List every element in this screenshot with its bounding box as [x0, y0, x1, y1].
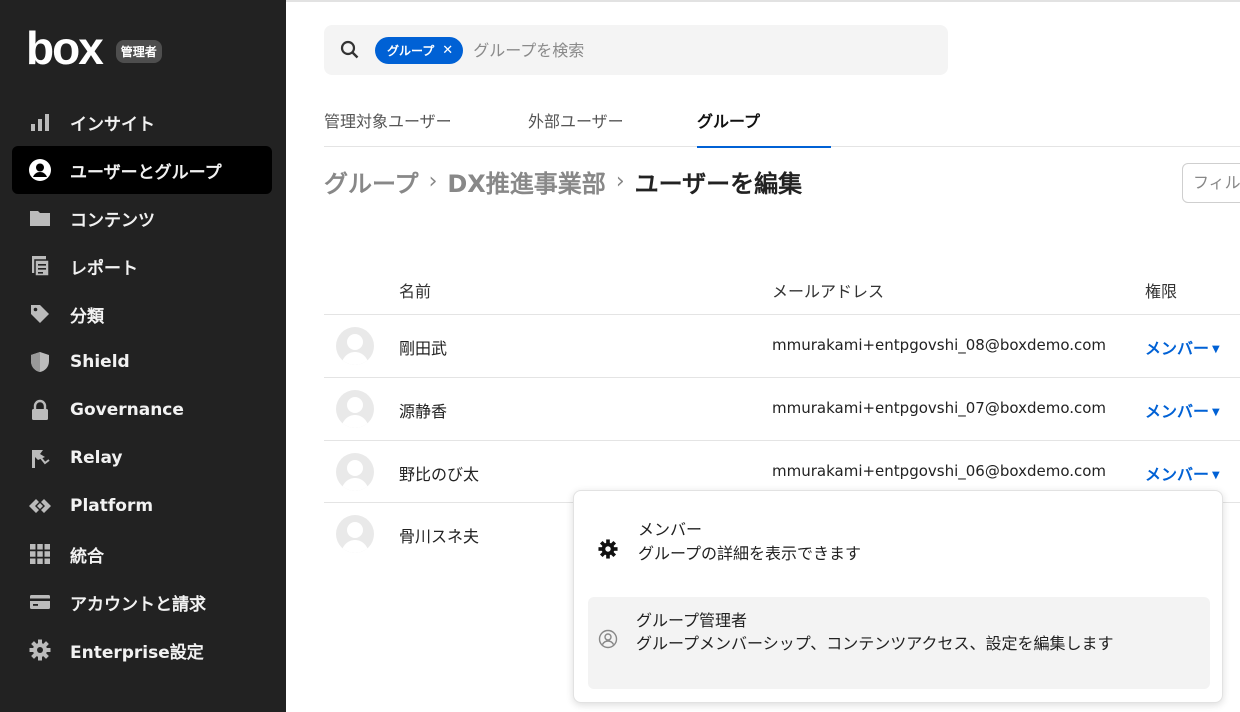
page-title: ユーザーを編集 — [634, 170, 803, 198]
table-row: 剛田武 mmurakami+entpgovshi_08@boxdemo.com … — [324, 314, 1240, 377]
sidebar-item-relay[interactable]: Relay — [12, 434, 272, 482]
sidebar-nav: インサイト ユーザーとグループ コンテンツ レポート 分類 Shield Gov… — [12, 98, 272, 674]
box-logo[interactable]: box 管理者 — [26, 22, 162, 74]
gear-icon — [28, 638, 52, 662]
sidebar-item-governance[interactable]: Governance — [12, 386, 272, 434]
menu-item-member[interactable]: メンバー グループの詳細を表示できます — [588, 505, 1210, 597]
avatar — [336, 327, 374, 365]
sidebar-item-label: Governance — [70, 400, 184, 420]
report-icon — [28, 254, 52, 278]
sidebar-item-integrations[interactable]: 統合 — [12, 530, 272, 578]
caret-down-icon: ▼ — [1212, 344, 1220, 355]
search-bar[interactable]: グループ ✕ — [324, 25, 948, 75]
admin-badge: 管理者 — [115, 39, 162, 63]
user-email: mmurakami+entpgovshi_06@boxdemo.com — [772, 462, 1107, 480]
sidebar-item-reports[interactable]: レポート — [12, 242, 272, 290]
user-circle-icon — [28, 158, 52, 182]
chevron-right-icon: › — [428, 169, 438, 194]
folder-icon — [28, 206, 52, 230]
tab-groups[interactable]: グループ — [697, 108, 831, 148]
menu-item-description: グループの詳細を表示できます — [638, 544, 862, 563]
sidebar-item-label: Relay — [70, 448, 123, 468]
user-email: mmurakami+entpgovshi_07@boxdemo.com — [772, 399, 1107, 417]
user-circle-icon — [598, 629, 618, 649]
sidebar-item-label: 統合 — [70, 546, 104, 567]
caret-down-icon: ▼ — [1212, 407, 1220, 418]
role-label: メンバー — [1145, 402, 1210, 421]
menu-item-group-admin[interactable]: グループ管理者 グループメンバーシップ、コンテンツアクセス、設定を編集します — [588, 597, 1210, 689]
relay-icon — [28, 446, 52, 470]
credit-card-icon — [28, 590, 52, 614]
sidebar-item-label: レポート — [70, 258, 138, 279]
gear-icon — [598, 539, 618, 559]
lock-icon — [28, 398, 52, 422]
search-input[interactable] — [473, 40, 854, 60]
column-header-email: メールアドレス — [772, 282, 885, 301]
role-dropdown-menu: メンバー グループの詳細を表示できます グループ管理者 グループメンバーシップ、… — [573, 490, 1223, 703]
grid-icon — [28, 542, 52, 566]
sidebar-item-label: コンテンツ — [70, 210, 155, 231]
sidebar-item-platform[interactable]: Platform — [12, 482, 272, 530]
sidebar-item-users-groups[interactable]: ユーザーとグループ — [12, 146, 272, 194]
top-divider — [286, 0, 1240, 2]
user-name: 剛田武 — [399, 339, 448, 358]
column-header-role: 権限 — [1145, 282, 1178, 301]
avatar — [336, 390, 374, 428]
sidebar-item-label: アカウントと請求 — [70, 594, 206, 615]
role-label: メンバー — [1145, 339, 1210, 358]
user-name: 骨川スネ夫 — [399, 527, 480, 546]
column-header-name: 名前 — [399, 282, 432, 301]
role-dropdown[interactable]: メンバー ▼ — [1145, 461, 1220, 485]
tag-icon — [28, 302, 52, 326]
role-dropdown[interactable]: メンバー ▼ — [1145, 398, 1220, 422]
bar-chart-icon — [28, 110, 52, 134]
search-icon — [340, 40, 360, 60]
sidebar-item-label: Platform — [70, 496, 154, 516]
menu-item-description: グループメンバーシップ、コンテンツアクセス、設定を編集します — [636, 634, 1114, 653]
user-email: mmurakami+entpgovshi_08@boxdemo.com — [772, 336, 1107, 354]
tab-external-users[interactable]: 外部ユーザー — [528, 108, 624, 146]
close-icon[interactable]: ✕ — [442, 43, 453, 58]
sidebar-item-insights[interactable]: インサイト — [12, 98, 272, 146]
search-filter-chip[interactable]: グループ ✕ — [375, 36, 464, 64]
menu-item-title: メンバー — [638, 520, 703, 539]
user-name: 野比のび太 — [399, 465, 480, 484]
sidebar-item-shield[interactable]: Shield — [12, 338, 272, 386]
breadcrumb-group-name[interactable]: DX推進事業部 — [447, 164, 605, 199]
breadcrumb-groups[interactable]: グループ — [324, 164, 419, 199]
chip-label: グループ — [387, 43, 435, 58]
sidebar-item-label: ユーザーとグループ — [70, 162, 222, 183]
role-label: メンバー — [1145, 465, 1210, 484]
shield-icon — [28, 350, 52, 374]
sidebar-item-classification[interactable]: 分類 — [12, 290, 272, 338]
chevron-right-icon: › — [615, 169, 625, 194]
sidebar-item-enterprise-settings[interactable]: Enterprise設定 — [12, 626, 272, 674]
tab-bar: 管理対象ユーザー 外部ユーザー グループ — [324, 96, 1240, 148]
user-name: 源静香 — [399, 402, 448, 421]
sidebar: box 管理者 インサイト ユーザーとグループ コンテンツ レポート 分類 Sh… — [0, 0, 286, 712]
platform-icon — [28, 494, 52, 518]
tab-managed-users[interactable]: 管理対象ユーザー — [324, 108, 452, 146]
sidebar-item-billing[interactable]: アカウントと請求 — [12, 578, 272, 626]
sidebar-item-label: Shield — [70, 352, 130, 372]
logo-text: box — [26, 22, 104, 74]
sidebar-item-content[interactable]: コンテンツ — [12, 194, 272, 242]
sidebar-item-label: インサイト — [70, 114, 155, 135]
sidebar-item-label: Enterprise設定 — [70, 642, 204, 663]
caret-down-icon: ▼ — [1212, 470, 1220, 481]
breadcrumb: グループ › DX推進事業部 › ユーザーを編集 — [324, 164, 802, 199]
table-row: 源静香 mmurakami+entpgovshi_07@boxdemo.com … — [324, 377, 1240, 440]
menu-item-title: グループ管理者 — [636, 611, 748, 630]
avatar — [336, 453, 374, 491]
avatar — [336, 515, 374, 553]
filter-input[interactable]: フィルタ — [1182, 163, 1240, 203]
role-dropdown[interactable]: メンバー ▼ — [1145, 335, 1220, 359]
sidebar-item-label: 分類 — [70, 306, 104, 327]
